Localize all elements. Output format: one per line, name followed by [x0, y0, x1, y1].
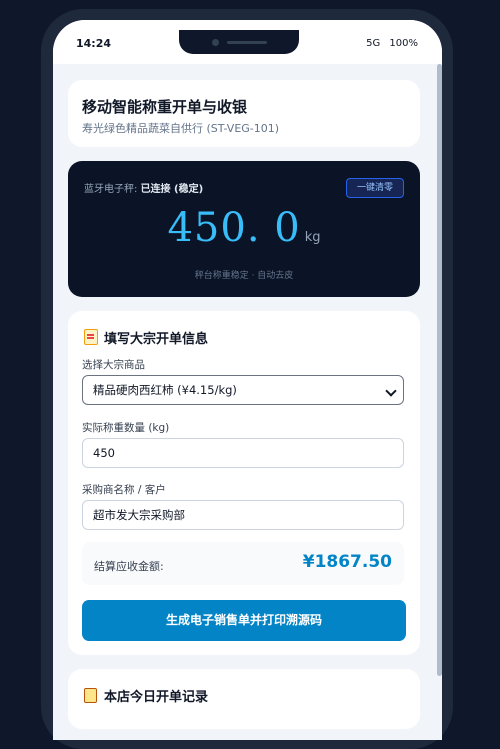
records-title-text: 本店今日开单记录 [104, 690, 209, 705]
bluetooth-status: 蓝牙电子秤: 已连接 (稳定) [84, 180, 203, 195]
weight-value: 450. 0 [167, 205, 301, 251]
chevron-down-icon [385, 385, 397, 397]
weight-display: 450. 0 kg [68, 205, 420, 251]
total-value: ¥1867.50 [302, 552, 392, 572]
header-card: 移动智能称重开单与收银 寿光绿色精品蔬菜自供行 (ST-VEG-101) [68, 80, 420, 147]
weight-input[interactable]: 450 [82, 438, 404, 468]
document-icon [84, 329, 98, 345]
order-form-card: 填写大宗开单信息 选择大宗商品 精品硬肉西红柿 (¥4.15/kg) 实际称重数… [68, 311, 420, 655]
network-indicator: 5G [366, 38, 381, 49]
bluetooth-status-label: 蓝牙电子秤: [84, 184, 141, 195]
camera-notch [179, 30, 299, 54]
camera-icon [212, 39, 219, 46]
product-select-value: 精品硬肉西红柿 (¥4.15/kg) [93, 383, 237, 397]
status-bar: 14:24 5G 100% [53, 20, 442, 64]
status-indicators: 5G 100% [360, 38, 418, 49]
page-title: 移动智能称重开单与收银 [82, 98, 248, 116]
store-subtitle: 寿光绿色精品蔬菜自供行 (ST-VEG-101) [82, 122, 280, 135]
scrollbar[interactable] [437, 64, 442, 676]
weight-unit: kg [304, 230, 321, 245]
bluetooth-status-value: 已连接 (稳定) [140, 184, 204, 195]
form-title-text: 填写大宗开单信息 [104, 332, 209, 347]
clipboard-icon [84, 688, 97, 703]
generate-order-button[interactable]: 生成电子销售单并打印溯源码 [82, 600, 406, 641]
speaker-icon [227, 41, 267, 44]
total-summary: 结算应收金额: ¥1867.50 [82, 542, 404, 585]
form-title: 填写大宗开单信息 [84, 328, 208, 347]
buyer-input[interactable]: 超市发大宗采购部 [82, 500, 404, 530]
battery-indicator: 100% [389, 38, 418, 49]
product-label: 选择大宗商品 [82, 359, 145, 371]
scale-hint: 秤台称重稳定 · 自动去皮 [194, 271, 294, 281]
total-label: 结算应收金额: [94, 560, 164, 573]
scale-panel: 蓝牙电子秤: 已连接 (稳定) 一键清零 450. 0 kg 秤台称重稳定 · 自… [68, 161, 420, 297]
buyer-label: 采购商名称 / 客户 [82, 484, 166, 496]
product-select[interactable]: 精品硬肉西红柿 (¥4.15/kg) [82, 375, 404, 405]
records-title: 本店今日开单记录 [84, 686, 208, 705]
weight-label: 实际称重数量 (kg) [82, 422, 170, 434]
records-card: 本店今日开单记录 [68, 669, 420, 729]
zero-button[interactable]: 一键清零 [346, 178, 404, 198]
status-time: 14:24 [76, 37, 112, 50]
